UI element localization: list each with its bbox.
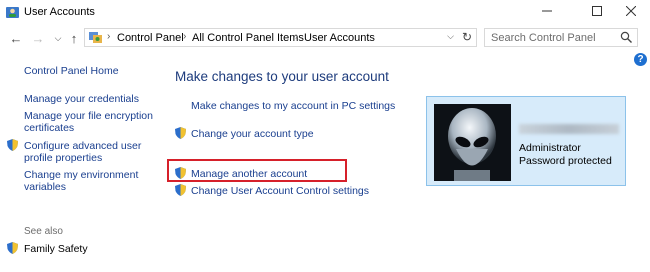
see-also-heading: See also xyxy=(24,226,63,237)
breadcrumb-separator-icon: › xyxy=(183,31,187,42)
up-button[interactable]: ↑ xyxy=(66,30,82,46)
recent-locations-button[interactable]: ⌵ xyxy=(50,30,66,46)
up-arrow-icon: ↑ xyxy=(70,30,78,46)
search-icon[interactable] xyxy=(620,31,633,44)
minimize-icon xyxy=(542,10,552,12)
manage-another-account-link[interactable]: Manage another account xyxy=(191,168,307,180)
chevron-down-icon: ⌵ xyxy=(54,32,62,43)
manage-encryption-certificates-link[interactable]: Manage your file encryption certificates xyxy=(24,110,154,134)
search-box[interactable]: Search Control Panel xyxy=(484,28,638,47)
configure-user-profile-link[interactable]: Configure advanced user profile properti… xyxy=(24,140,149,164)
close-icon xyxy=(626,6,636,16)
search-input[interactable]: Search Control Panel xyxy=(491,32,596,44)
back-button[interactable]: ← xyxy=(8,30,24,46)
user-accounts-icon xyxy=(6,7,19,18)
breadcrumb-separator-icon: › xyxy=(295,31,299,42)
avatar xyxy=(434,104,511,181)
maximize-button[interactable] xyxy=(580,0,614,22)
shield-icon xyxy=(7,139,18,151)
family-safety-link[interactable]: Family Safety xyxy=(24,243,88,255)
control-panel-icon xyxy=(89,32,102,43)
account-card: Administrator Password protected xyxy=(426,96,626,186)
shield-icon xyxy=(175,184,186,196)
control-panel-home-link[interactable]: Control Panel Home xyxy=(24,65,119,77)
breadcrumb-user-accounts[interactable]: User Accounts xyxy=(304,32,375,44)
shield-icon xyxy=(175,127,186,139)
window-title: User Accounts xyxy=(24,6,95,18)
forward-arrow-icon: → xyxy=(31,30,45,46)
uac-settings-link[interactable]: Change User Account Control settings xyxy=(191,185,369,197)
close-button[interactable] xyxy=(614,0,648,22)
breadcrumb-separator-icon: › xyxy=(107,31,111,42)
help-icon[interactable]: ? xyxy=(634,53,647,66)
account-password-status: Password protected xyxy=(519,155,612,167)
breadcrumb-control-panel[interactable]: Control Panel xyxy=(117,32,184,44)
maximize-icon xyxy=(592,6,602,16)
shield-icon xyxy=(175,167,186,179)
refresh-icon[interactable]: ↻ xyxy=(462,30,472,44)
manage-credentials-link[interactable]: Manage your credentials xyxy=(24,93,139,105)
alien-avatar-picture xyxy=(434,104,511,181)
breadcrumb-all-items[interactable]: All Control Panel Items xyxy=(192,32,304,44)
address-bar[interactable]: › Control Panel › All Control Panel Item… xyxy=(84,28,477,47)
back-arrow-icon: ← xyxy=(9,30,23,46)
address-dropdown-icon[interactable]: ⌵ xyxy=(447,31,454,42)
title-bar: User Accounts xyxy=(0,0,650,26)
blurred-username xyxy=(519,124,619,134)
family-safety-shield-icon xyxy=(7,242,18,254)
minimize-button[interactable] xyxy=(530,0,564,22)
change-account-type-link[interactable]: Change your account type xyxy=(191,128,314,140)
change-environment-variables-link[interactable]: Change my environment variables xyxy=(24,169,149,193)
account-role: Administrator xyxy=(519,142,581,154)
page-heading: Make changes to your user account xyxy=(175,69,389,84)
forward-button[interactable]: → xyxy=(30,30,46,46)
pc-settings-link[interactable]: Make changes to my account in PC setting… xyxy=(191,100,395,112)
